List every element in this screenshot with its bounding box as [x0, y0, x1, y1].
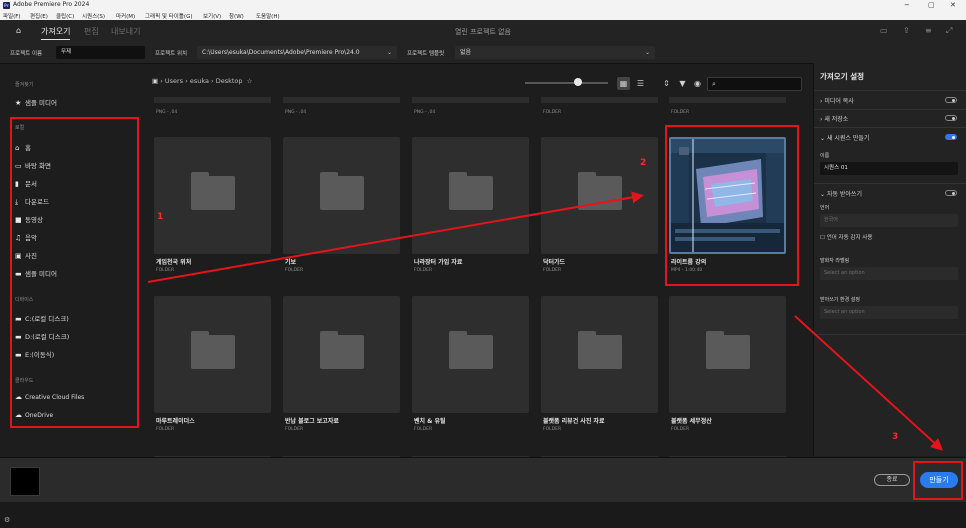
annotation-arrows: [147, 191, 943, 451]
